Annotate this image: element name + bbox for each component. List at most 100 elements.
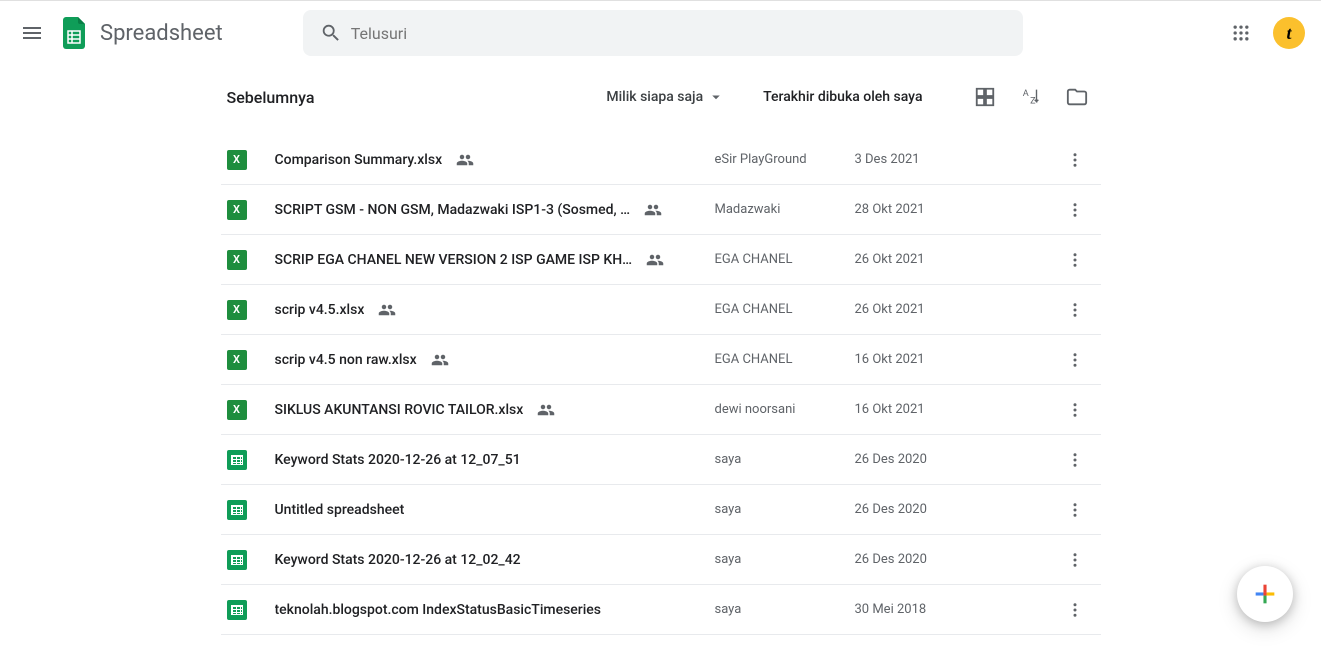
- file-row[interactable]: XComparison Summary.xlsxeSir PlayGround3…: [221, 135, 1101, 185]
- file-more-button[interactable]: [1055, 151, 1095, 169]
- file-row[interactable]: Xscrip v4.5.xlsxEGA CHANEL26 Okt 2021: [221, 285, 1101, 335]
- dropdown-arrow-icon: [707, 88, 725, 106]
- file-date: 16 Okt 2021: [855, 402, 1055, 417]
- file-name-cell: SCRIP EGA CHANEL NEW VERSION 2 ISP GAME …: [275, 251, 715, 269]
- file-row[interactable]: Keyword Stats 2020-12-26 at 12_07_51saya…: [221, 435, 1101, 485]
- file-icon-cell: [227, 600, 275, 620]
- header: Spreadsheet t: [0, 1, 1321, 65]
- file-more-button[interactable]: [1055, 501, 1095, 519]
- file-more-button[interactable]: [1055, 201, 1095, 219]
- file-icon-cell: X: [227, 250, 275, 270]
- sheets-file-icon: [227, 550, 247, 570]
- file-row[interactable]: teknolah.blogspot.com IndexStatusBasicTi…: [221, 585, 1101, 635]
- file-row[interactable]: X SCRIP EGA CHANEL NEW VERSION 2 ISP GAME…: [221, 235, 1101, 285]
- file-name-cell: Comparison Summary.xlsx: [275, 151, 715, 169]
- view-grid-button[interactable]: [967, 79, 1003, 115]
- file-row[interactable]: Keyword Stats 2020-12-26 at 12_02_42saya…: [221, 535, 1101, 585]
- file-owner: saya: [715, 452, 855, 467]
- sort-az-icon: AZ: [1020, 86, 1042, 108]
- file-owner: EGA CHANEL: [715, 302, 855, 317]
- owner-filter-label: Milik siapa saja: [606, 89, 703, 105]
- file-row[interactable]: Untitled spreadsheetsaya26 Des 2020: [221, 485, 1101, 535]
- file-row[interactable]: X SCRIPT GSM - NON GSM, Madazwaki ISP1-3 …: [221, 185, 1101, 235]
- file-date: 26 Des 2020: [855, 502, 1055, 517]
- file-name: SIKLUS AKUNTANSI ROVIC TAILOR.xlsx: [275, 402, 524, 418]
- more-vert-icon: [1066, 501, 1084, 519]
- search-button[interactable]: [311, 13, 351, 53]
- excel-file-icon: X: [227, 300, 247, 320]
- shared-icon: [646, 251, 664, 269]
- file-icon-cell: X: [227, 400, 275, 420]
- plus-multicolor-icon: [1251, 580, 1279, 608]
- file-icon-cell: [227, 550, 275, 570]
- file-icon-cell: [227, 450, 275, 470]
- excel-file-icon: X: [227, 350, 247, 370]
- file-icon-cell: [227, 500, 275, 520]
- shared-icon: [378, 301, 396, 319]
- file-more-button[interactable]: [1055, 601, 1095, 619]
- file-more-button[interactable]: [1055, 351, 1095, 369]
- section-title: Sebelumnya: [227, 88, 607, 107]
- more-vert-icon: [1066, 451, 1084, 469]
- more-vert-icon: [1066, 251, 1084, 269]
- main-menu-button[interactable]: [8, 9, 56, 57]
- file-date: 30 Mei 2018: [855, 602, 1055, 617]
- shared-icon: [537, 401, 555, 419]
- file-date: 26 Okt 2021: [855, 302, 1055, 317]
- file-more-button[interactable]: [1055, 551, 1095, 569]
- file-icon-cell: X: [227, 350, 275, 370]
- file-more-button[interactable]: [1055, 251, 1095, 269]
- more-vert-icon: [1066, 551, 1084, 569]
- file-name-cell: Untitled spreadsheet: [275, 502, 715, 518]
- search-box[interactable]: [303, 10, 1023, 56]
- apps-grid-icon: [1231, 23, 1251, 43]
- file-name: SCRIPT GSM - NON GSM, Madazwaki ISP1-3 (…: [275, 202, 631, 218]
- file-name-cell: SCRIPT GSM - NON GSM, Madazwaki ISP1-3 (…: [275, 201, 715, 219]
- file-date: 26 Des 2020: [855, 552, 1055, 567]
- file-name-cell: teknolah.blogspot.com IndexStatusBasicTi…: [275, 602, 715, 618]
- file-more-button[interactable]: [1055, 401, 1095, 419]
- file-name: Untitled spreadsheet: [275, 502, 405, 518]
- app-title: Spreadsheet: [100, 21, 223, 46]
- file-owner: eSir PlayGround: [715, 152, 855, 167]
- owner-filter-dropdown[interactable]: Milik siapa saja: [606, 88, 725, 106]
- excel-file-icon: X: [227, 400, 247, 420]
- file-name: scrip v4.5 non raw.xlsx: [275, 352, 417, 368]
- file-name-cell: scrip v4.5.xlsx: [275, 301, 715, 319]
- excel-file-icon: X: [227, 250, 247, 270]
- user-avatar[interactable]: t: [1273, 17, 1305, 49]
- folder-icon: [1066, 86, 1088, 108]
- file-owner: EGA CHANEL: [715, 352, 855, 367]
- file-row[interactable]: X SIKLUS AKUNTANSI ROVIC TAILOR.xlsx dewi …: [221, 385, 1101, 435]
- sort-label[interactable]: Terakhir dibuka oleh saya: [763, 89, 922, 105]
- file-name-cell: Keyword Stats 2020-12-26 at 12_02_42: [275, 552, 715, 568]
- google-apps-button[interactable]: [1221, 13, 1261, 53]
- excel-file-icon: X: [227, 150, 247, 170]
- new-document-fab[interactable]: [1237, 566, 1293, 622]
- shared-icon: [456, 151, 474, 169]
- sheets-file-icon: [227, 500, 247, 520]
- search-input[interactable]: [351, 24, 1015, 43]
- sort-az-button[interactable]: AZ: [1013, 79, 1049, 115]
- file-owner: EGA CHANEL: [715, 252, 855, 267]
- file-owner: dewi noorsani: [715, 402, 855, 417]
- more-vert-icon: [1066, 151, 1084, 169]
- open-file-picker-button[interactable]: [1059, 79, 1095, 115]
- file-owner: Madazwaki: [715, 202, 855, 217]
- file-more-button[interactable]: [1055, 301, 1095, 319]
- app-logo[interactable]: Spreadsheet: [56, 15, 223, 51]
- more-vert-icon: [1066, 201, 1084, 219]
- shared-icon: [644, 201, 662, 219]
- file-owner: saya: [715, 602, 855, 617]
- sheets-file-icon: [227, 450, 247, 470]
- file-name: Keyword Stats 2020-12-26 at 12_02_42: [275, 552, 521, 568]
- file-date: 26 Okt 2021: [855, 252, 1055, 267]
- file-date: 28 Okt 2021: [855, 202, 1055, 217]
- search-container: [303, 10, 1023, 56]
- excel-file-icon: X: [227, 200, 247, 220]
- file-row[interactable]: Xscrip v4.5 non raw.xlsxEGA CHANEL16 Okt…: [221, 335, 1101, 385]
- sheets-file-icon: [227, 600, 247, 620]
- file-more-button[interactable]: [1055, 451, 1095, 469]
- sheets-logo-icon: [56, 15, 92, 51]
- grid-view-icon: [974, 86, 996, 108]
